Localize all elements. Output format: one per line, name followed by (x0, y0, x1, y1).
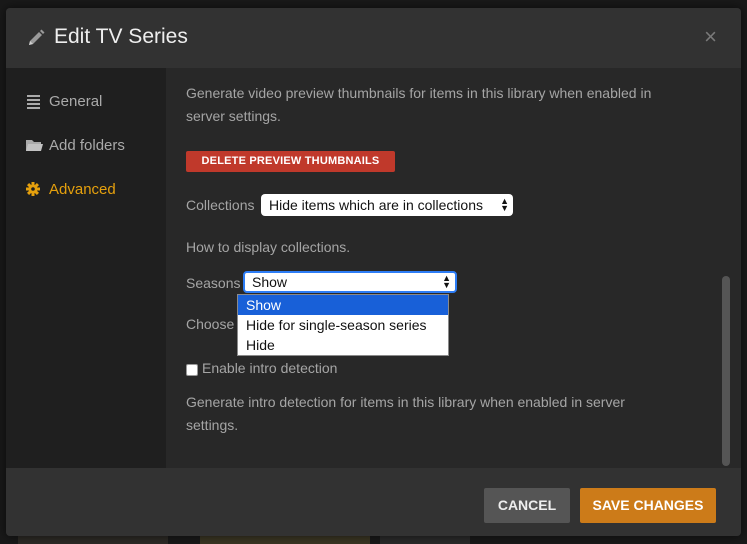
collections-select[interactable]: Hide items which are in collections ▲ ▼ (261, 194, 513, 216)
collections-help-text: How to display collections. (186, 239, 351, 255)
select-arrows-icon: ▲ ▼ (442, 273, 451, 290)
sidebar-item-label: Advanced (49, 180, 116, 198)
cancel-button[interactable]: CANCEL (484, 488, 570, 523)
help-line: Generate video preview thumbnails for it… (186, 85, 652, 101)
sidebar-item-label: Add folders (49, 136, 125, 154)
dropdown-option-show[interactable]: Show (238, 295, 448, 315)
thumbnails-help-text: Generate video preview thumbnails for it… (186, 82, 651, 128)
modal-title: Edit TV Series (54, 25, 188, 48)
seasons-label: Seasons (186, 275, 241, 291)
enable-intro-detection-checkbox[interactable] (186, 364, 198, 376)
modal-header: Edit TV Series × (6, 8, 741, 68)
advanced-settings-panel: Generate video preview thumbnails for it… (166, 68, 741, 468)
dropdown-option-hide-single-season[interactable]: Hide for single-season series (238, 315, 448, 335)
edit-tv-series-dialog: Edit TV Series × General Add folders Adv… (6, 8, 741, 536)
seasons-select[interactable]: Show ▲ ▼ (243, 271, 457, 293)
help-line: server settings. (186, 108, 281, 124)
seasons-dropdown-list: Show Hide for single-season series Hide (237, 294, 449, 356)
folder-icon (26, 140, 43, 151)
enable-intro-detection-label: Enable intro detection (202, 360, 338, 376)
intro-help-text: Generate intro detection for items in th… (186, 391, 625, 437)
collections-label: Collections (186, 197, 255, 213)
collections-select-value: Hide items which are in collections (269, 197, 483, 213)
save-changes-button[interactable]: SAVE CHANGES (580, 488, 716, 523)
sidebar-item-general[interactable]: General (25, 90, 102, 112)
sidebar-item-add-folders[interactable]: Add folders (25, 134, 125, 156)
delete-preview-thumbnails-button[interactable]: DELETE PREVIEW THUMBNAILS (186, 151, 395, 172)
select-arrows-icon: ▲ ▼ (500, 196, 509, 213)
settings-sidebar: General Add folders Advanced (6, 68, 166, 468)
pencil-icon (29, 29, 45, 45)
help-line: settings. (186, 417, 239, 433)
scrollbar-thumb[interactable] (722, 276, 730, 466)
list-icon (27, 95, 40, 109)
seasons-select-value: Show (252, 274, 288, 290)
sidebar-item-advanced[interactable]: Advanced (25, 178, 116, 200)
gear-icon (26, 182, 40, 196)
modal-footer: CANCEL SAVE CHANGES (6, 468, 741, 536)
sidebar-item-label: General (49, 92, 103, 110)
dropdown-option-hide[interactable]: Hide (238, 335, 448, 355)
close-icon[interactable]: × (704, 26, 717, 48)
help-line: Generate intro detection for items in th… (186, 394, 625, 410)
